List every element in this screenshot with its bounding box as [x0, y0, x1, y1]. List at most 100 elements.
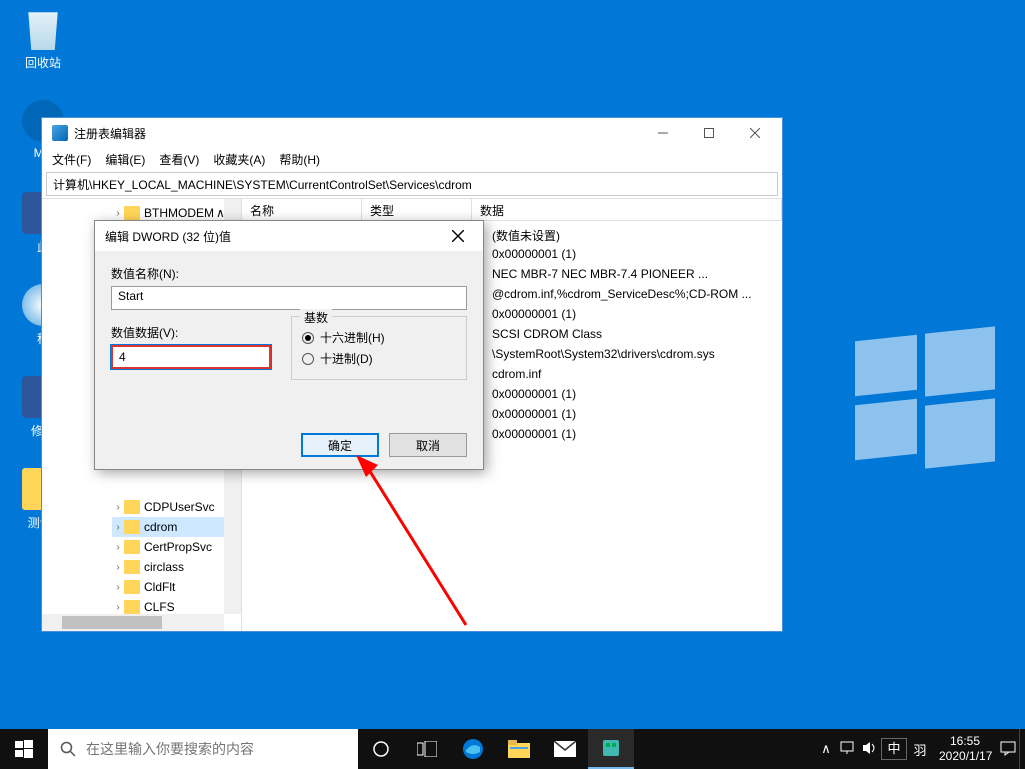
- clock-date: 2020/1/17: [939, 749, 991, 764]
- expand-icon[interactable]: ›: [112, 502, 124, 513]
- col-data[interactable]: 数据: [472, 199, 782, 220]
- value-name-label: 数值名称(N):: [111, 265, 467, 282]
- menu-view[interactable]: 查看(V): [153, 149, 205, 170]
- list-header: 名称 类型 数据: [242, 199, 782, 221]
- radix-group: 基数 十六进制(H) 十进制(D): [291, 316, 467, 380]
- node-label: BTHMODEM: [144, 206, 214, 220]
- expand-icon[interactable]: ›: [112, 582, 124, 593]
- folder-icon: [124, 580, 140, 594]
- dialog-titlebar[interactable]: 编辑 DWORD (32 位)值: [95, 221, 483, 251]
- taskbar-clock[interactable]: 16:55 2020/1/17: [933, 734, 997, 764]
- menu-file[interactable]: 文件(F): [46, 149, 97, 170]
- expand-icon[interactable]: ›: [112, 602, 124, 613]
- radio-hex[interactable]: 十六进制(H): [302, 329, 456, 346]
- radio-icon: [302, 332, 314, 344]
- node-label: circlass: [144, 560, 184, 574]
- tree-node[interactable]: › CldFlt: [112, 577, 241, 597]
- list-row[interactable]: SCSI CDROM Class: [484, 325, 782, 345]
- tree-node[interactable]: › CDPUserSvc: [112, 497, 241, 517]
- recycle-label: 回收站: [8, 54, 78, 71]
- tray-chevron-icon[interactable]: ∧: [815, 741, 837, 757]
- radio-dec[interactable]: 十进制(D): [302, 350, 456, 367]
- window-title: 注册表编辑器: [74, 125, 640, 142]
- recycle-bin[interactable]: 回收站: [8, 8, 78, 71]
- notification-icon[interactable]: [997, 740, 1019, 759]
- address-text: 计算机\HKEY_LOCAL_MACHINE\SYSTEM\CurrentCon…: [53, 176, 472, 193]
- menubar: 文件(F) 编辑(E) 查看(V) 收藏夹(A) 帮助(H): [42, 148, 782, 170]
- expand-icon[interactable]: ›: [112, 562, 124, 573]
- ime-indicator[interactable]: 中: [881, 738, 907, 760]
- tree-node-selected[interactable]: › cdrom: [112, 517, 241, 537]
- regedit-icon: [52, 125, 68, 141]
- taskbar-mail[interactable]: [542, 729, 588, 769]
- node-label: cdrom: [144, 520, 177, 534]
- radio-icon: [302, 353, 314, 365]
- system-tray: ∧ 中 羽 16:55 2020/1/17: [815, 729, 1025, 769]
- node-label: CldFlt: [144, 580, 175, 594]
- folder-icon: [124, 560, 140, 574]
- taskbar-regedit[interactable]: [588, 729, 634, 769]
- menu-help[interactable]: 帮助(H): [273, 149, 326, 170]
- clock-time: 16:55: [939, 734, 991, 749]
- list-row[interactable]: 0x00000001 (1): [484, 425, 782, 445]
- radix-legend: 基数: [300, 309, 332, 326]
- node-label: CLFS: [144, 600, 175, 614]
- ime-mode[interactable]: 羽: [907, 740, 933, 759]
- expand-icon[interactable]: ›: [112, 208, 124, 219]
- close-button[interactable]: [732, 118, 778, 148]
- node-label: CDPUserSvc: [144, 500, 215, 514]
- minimize-button[interactable]: [640, 118, 686, 148]
- recycle-icon: [22, 8, 64, 50]
- tree-node[interactable]: › CertPropSvc: [112, 537, 241, 557]
- address-bar[interactable]: 计算机\HKEY_LOCAL_MACHINE\SYSTEM\CurrentCon…: [46, 172, 778, 196]
- start-button[interactable]: [0, 729, 48, 769]
- maximize-button[interactable]: [686, 118, 732, 148]
- tray-network-icon[interactable]: [837, 741, 859, 758]
- cancel-button[interactable]: 取消: [389, 433, 467, 457]
- folder-icon: [124, 520, 140, 534]
- menu-edit[interactable]: 编辑(E): [99, 149, 151, 170]
- list-row[interactable]: 0x00000001 (1): [484, 245, 782, 265]
- list-row[interactable]: 0x00000001 (1): [484, 305, 782, 325]
- taskbar-explorer[interactable]: [496, 729, 542, 769]
- list-row[interactable]: (数值未设置): [484, 225, 782, 245]
- list-row[interactable]: 0x00000001 (1): [484, 385, 782, 405]
- node-label: CertPropSvc: [144, 540, 212, 554]
- tree-node[interactable]: › circlass: [112, 557, 241, 577]
- value-data-input[interactable]: [111, 345, 271, 369]
- list-row[interactable]: \SystemRoot\System32\drivers\cdrom.sys: [484, 345, 782, 365]
- list-row[interactable]: cdrom.inf: [484, 365, 782, 385]
- titlebar[interactable]: 注册表编辑器: [42, 118, 782, 148]
- tree-scrollbar-h[interactable]: [42, 614, 224, 631]
- list-row[interactable]: 0x00000001 (1): [484, 405, 782, 425]
- show-desktop[interactable]: [1019, 729, 1025, 769]
- expand-icon[interactable]: ›: [112, 522, 124, 533]
- dialog-title: 编辑 DWORD (32 位)值: [105, 228, 443, 245]
- search-box[interactable]: [48, 729, 358, 769]
- tray-volume-icon[interactable]: [859, 741, 881, 758]
- edit-dword-dialog: 编辑 DWORD (32 位)值 数值名称(N): Start 数值数据(V):…: [94, 220, 484, 470]
- cortana-button[interactable]: [358, 729, 404, 769]
- menu-fav[interactable]: 收藏夹(A): [207, 149, 271, 170]
- radio-dec-label: 十进制(D): [320, 350, 373, 367]
- expand-icon[interactable]: ›: [112, 542, 124, 553]
- folder-icon: [124, 500, 140, 514]
- list-row[interactable]: NEC MBR-7 NEC MBR-7.4 PIONEER ...: [484, 265, 782, 285]
- search-input[interactable]: [86, 741, 346, 757]
- folder-icon: [124, 600, 140, 614]
- windows-logo: [855, 330, 995, 460]
- search-icon: [60, 741, 76, 757]
- dialog-close-button[interactable]: [443, 221, 473, 251]
- taskbar: ∧ 中 羽 16:55 2020/1/17: [0, 729, 1025, 769]
- value-name-field[interactable]: Start: [111, 286, 467, 310]
- folder-icon: [124, 540, 140, 554]
- ok-button[interactable]: 确定: [301, 433, 379, 457]
- col-name[interactable]: 名称: [242, 199, 362, 220]
- task-view-button[interactable]: [404, 729, 450, 769]
- folder-icon: [124, 206, 140, 220]
- col-type[interactable]: 类型: [362, 199, 472, 220]
- dialog-body: 数值名称(N): Start 数值数据(V): 基数 十六进制(H) 十进制(D…: [95, 251, 483, 469]
- list-row[interactable]: @cdrom.inf,%cdrom_ServiceDesc%;CD-ROM ..…: [484, 285, 782, 305]
- radio-hex-label: 十六进制(H): [320, 329, 385, 346]
- taskbar-edge[interactable]: [450, 729, 496, 769]
